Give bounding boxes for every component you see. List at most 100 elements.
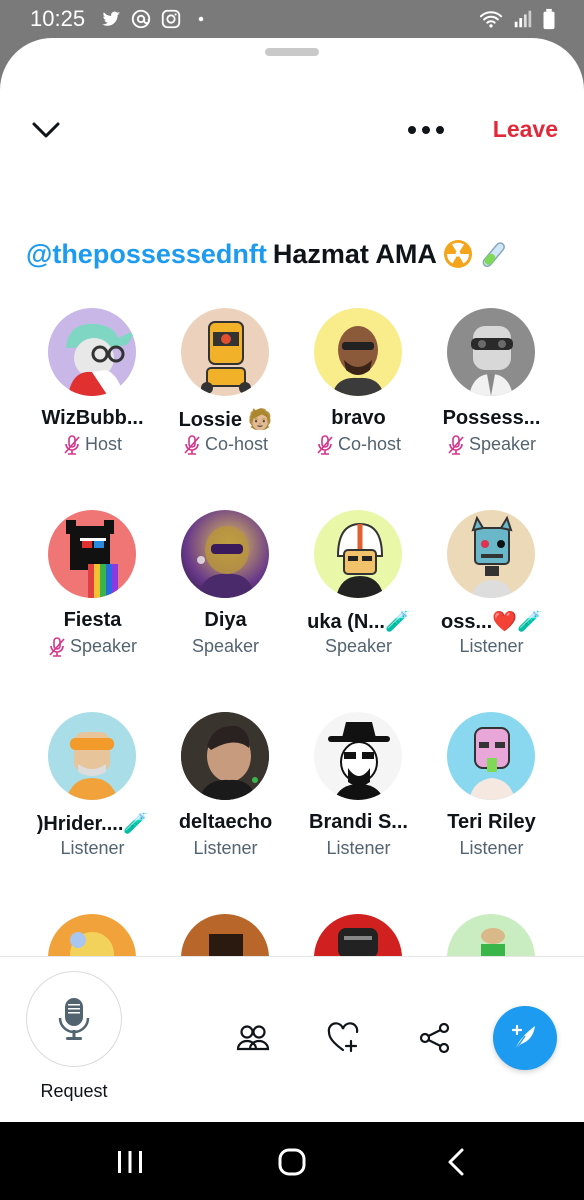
- avatar: [48, 914, 136, 956]
- participant-tile[interactable]: deltaecho Listener: [159, 710, 292, 890]
- avatar: [181, 510, 269, 598]
- participant-name: WizBubb...: [41, 407, 144, 429]
- participants-grid: WizBubb... Host Lossie 🧑🏼 Co-host bravo: [26, 306, 558, 956]
- participant-tile[interactable]: Diya Speaker: [159, 508, 292, 688]
- compose-button[interactable]: [493, 1006, 557, 1070]
- request-label: Request: [40, 1081, 108, 1101]
- participant-role: Speaker: [159, 636, 292, 657]
- participant-tile[interactable]: Lossie 🧑🏼 Co-host: [159, 306, 292, 486]
- test-tube-icon: [482, 242, 505, 268]
- radioactive-icon: [443, 240, 472, 268]
- avatar: [447, 308, 535, 396]
- title-emoji: [443, 238, 509, 270]
- participant-tile[interactable]: WizBubb... Host: [26, 306, 159, 486]
- leave-button[interactable]: Leave: [493, 116, 558, 143]
- role-label: Host: [84, 434, 122, 454]
- participant-tile[interactable]: uka (N...🧪 Speaker: [292, 508, 425, 688]
- avatar: [447, 510, 535, 598]
- participant-tile[interactable]: oss...❤️🧪 Listener: [425, 508, 558, 688]
- chevron-down-icon[interactable]: [30, 118, 62, 142]
- mic-off-icon: [64, 434, 80, 455]
- participant-name: Diya: [204, 609, 247, 631]
- dot-icon: [198, 16, 204, 22]
- role-label: Co-host: [204, 434, 269, 454]
- avatar: [48, 712, 136, 800]
- participant-role: Speaker: [425, 434, 558, 455]
- instagram-icon: [161, 9, 181, 29]
- role-label: Listener: [459, 636, 524, 656]
- role-label: Speaker: [191, 636, 260, 656]
- status-system-icons: [478, 8, 556, 30]
- mic-off-icon: [317, 434, 333, 455]
- avatar: [181, 308, 269, 396]
- back-icon[interactable]: [436, 1146, 476, 1178]
- share-icon[interactable]: [418, 1021, 452, 1055]
- home-icon[interactable]: [272, 1146, 312, 1178]
- participant-tile[interactable]: [26, 912, 159, 956]
- avatar: [314, 712, 402, 800]
- role-label: Speaker: [468, 434, 537, 454]
- request-mic-button[interactable]: [26, 971, 122, 1067]
- participant-name: bravo: [331, 407, 386, 429]
- avatar: [48, 308, 136, 396]
- avatar: [447, 712, 535, 800]
- participant-name: Brandi S...: [309, 811, 408, 833]
- space-controls-bar: Request: [0, 956, 584, 1122]
- avatar: [447, 914, 535, 956]
- avatar: [314, 308, 402, 396]
- participant-role: Speaker: [26, 636, 159, 657]
- mic-off-icon: [184, 434, 200, 455]
- sheet-grabber[interactable]: [265, 48, 319, 56]
- participant-role: Host: [26, 434, 159, 455]
- title-handle-link[interactable]: @thepossessednft: [26, 239, 267, 270]
- mic-off-icon: [448, 434, 464, 455]
- participant-role: Listener: [425, 636, 558, 657]
- role-label: Listener: [60, 838, 125, 858]
- participant-name: uka (N...🧪: [307, 611, 410, 633]
- role-label: Listener: [326, 838, 391, 858]
- participant-tile[interactable]: Brandi S... Listener: [292, 710, 425, 890]
- mic-off-icon: [49, 636, 65, 657]
- compose-icon: [511, 1024, 535, 1051]
- participant-role: Listener: [425, 838, 558, 859]
- microphone-icon: [58, 998, 90, 1040]
- participant-name: Fiesta: [63, 609, 122, 631]
- signal-icon: [514, 10, 532, 28]
- avatar: [314, 510, 402, 598]
- participant-name: )Hrider....🧪: [36, 813, 149, 835]
- participant-tile[interactable]: [292, 912, 425, 956]
- role-label: Speaker: [324, 636, 393, 656]
- participant-tile[interactable]: Fiesta Speaker: [26, 508, 159, 688]
- participant-tile[interactable]: )Hrider....🧪 Listener: [26, 710, 159, 890]
- status-notification-icons: [100, 8, 212, 30]
- threads-icon: [131, 9, 151, 29]
- battery-icon: [543, 8, 555, 30]
- participant-name: deltaecho: [178, 811, 273, 833]
- recent-apps-icon[interactable]: [110, 1146, 150, 1178]
- more-options-icon[interactable]: [406, 118, 446, 142]
- avatar: [48, 510, 136, 598]
- participant-tile[interactable]: Teri Riley Listener: [425, 710, 558, 890]
- role-label: Co-host: [337, 434, 402, 454]
- participant-role: Listener: [26, 838, 159, 859]
- people-icon[interactable]: [236, 1021, 270, 1055]
- avatar: [181, 914, 269, 956]
- role-label: Speaker: [69, 636, 138, 656]
- avatar: [314, 914, 402, 956]
- heart-plus-icon[interactable]: [326, 1021, 360, 1055]
- participant-name: Lossie 🧑🏼: [178, 409, 273, 431]
- participant-role: Speaker: [292, 636, 425, 657]
- participant-name: oss...❤️🧪: [441, 611, 542, 633]
- participant-tile[interactable]: bravo Co-host: [292, 306, 425, 486]
- participant-role: Co-host: [292, 434, 425, 455]
- participant-role: Co-host: [159, 434, 292, 455]
- participant-tile[interactable]: [425, 912, 558, 956]
- participant-name: Teri Riley: [447, 811, 536, 833]
- space-title: @thepossessednft Hazmat AMA ☢🧪: [26, 238, 566, 270]
- participant-tile[interactable]: Possess... Speaker: [425, 306, 558, 486]
- role-label: Listener: [459, 838, 524, 858]
- status-time: 10:25: [30, 6, 86, 31]
- status-bar: 10:25: [0, 0, 584, 38]
- participant-tile[interactable]: [159, 912, 292, 956]
- space-sheet: Leave @thepossessednft Hazmat AMA ☢🧪 Wiz…: [0, 38, 584, 1122]
